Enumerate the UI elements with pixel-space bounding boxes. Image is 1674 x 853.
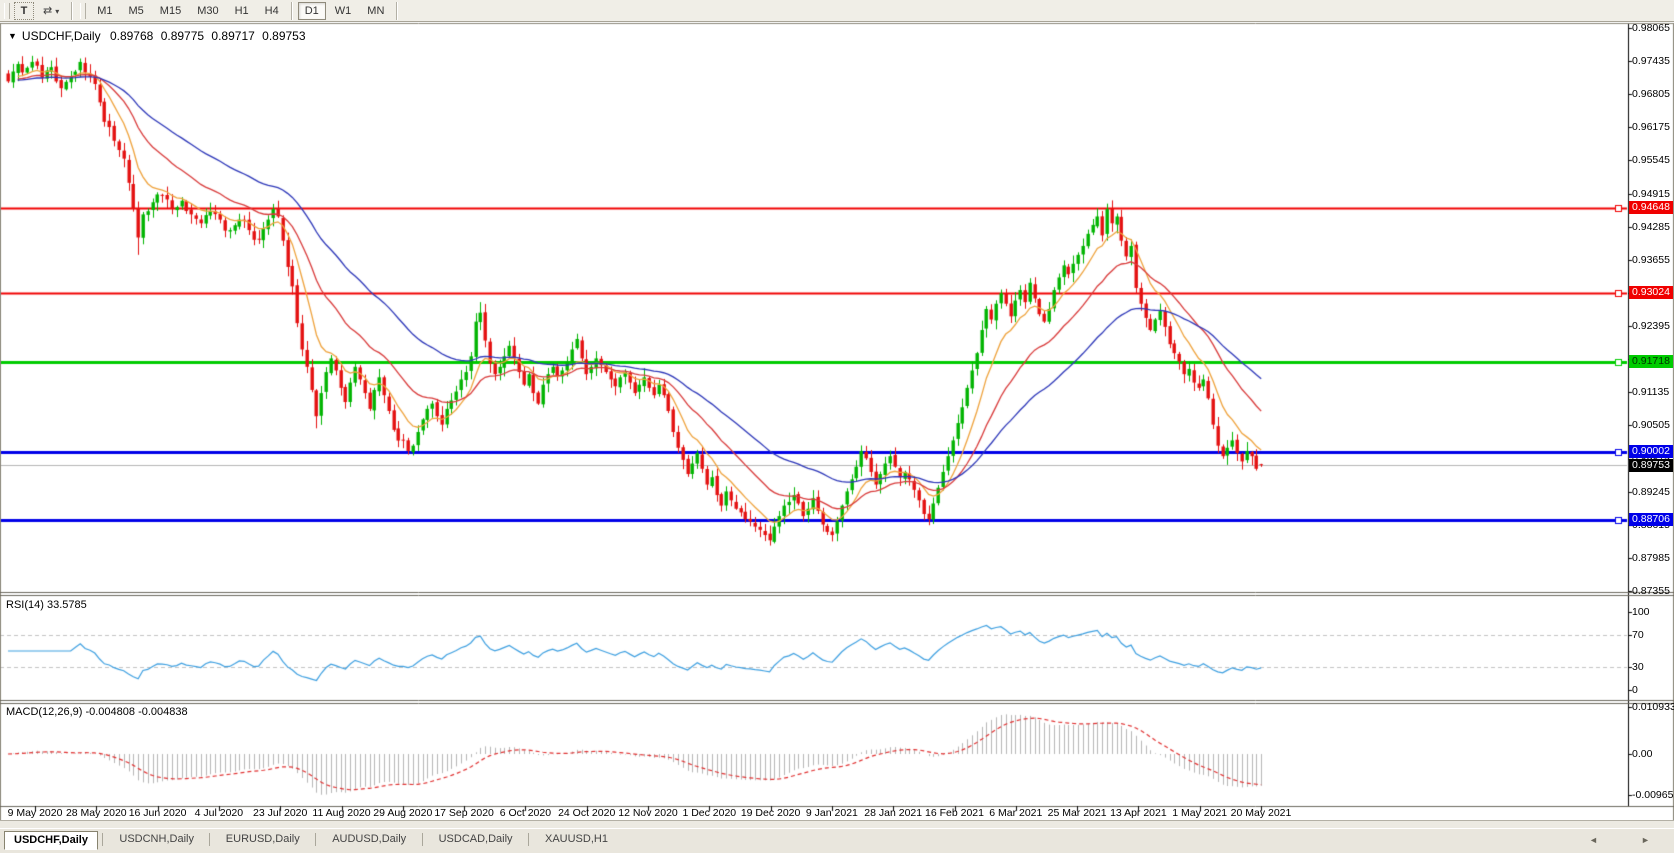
price-axis-tick: 0.89245 (1632, 485, 1670, 498)
date-axis-label: 6 Oct 2020 (499, 807, 552, 819)
price-axis-tick: 0.87355 (1632, 585, 1670, 598)
macd-label: MACD(12,26,9) -0.004808 -0.004838 (6, 706, 188, 718)
price-axis-tick: 0.95545 (1632, 154, 1670, 167)
price-axis-tick: 0.98065 (1632, 22, 1670, 34)
ohlc-close: 0.89753 (262, 29, 306, 43)
date-axis-label: 23 Jul 2020 (253, 807, 308, 819)
ohlc-low: 0.89717 (211, 29, 255, 43)
date-axis-label: 29 Aug 2020 (373, 807, 433, 819)
date-axis-label: 9 May 2020 (7, 807, 63, 819)
tab-separator (528, 833, 529, 846)
price-axis-tick: 0.94915 (1632, 187, 1670, 200)
price-axis-tick: 0.96805 (1632, 88, 1670, 101)
level-price-label[interactable]: 0.91718 (1629, 354, 1673, 368)
mt4-window: T ⇄▾ M1M5M15M30H1H4D1W1MN ▼USDCHF,Daily … (0, 0, 1674, 853)
level-price-label[interactable]: 0.88706 (1629, 513, 1673, 526)
date-axis-label: 9 Jan 2021 (805, 807, 858, 819)
date-axis-label: 24 Oct 2020 (558, 807, 616, 819)
macd-axis-tick: -0.009653 (1632, 789, 1674, 802)
date-axis-label: 28 Jan 2021 (864, 807, 923, 819)
ohlc-high: 0.89775 (160, 29, 205, 43)
macd-axis-tick: 0.010933 (1632, 701, 1674, 714)
tab-usdchf-daily[interactable]: USDCHF,Daily (4, 831, 98, 850)
price-axis-tick: 0.92395 (1632, 320, 1670, 333)
tab-scroll-right-icon[interactable]: ► (1641, 835, 1650, 845)
tab-audusd-daily[interactable]: AUDUSD,Daily (323, 831, 415, 848)
date-axis-label: 19 Dec 2020 (740, 807, 801, 819)
tab-usdcad-daily[interactable]: USDCAD,Daily (430, 831, 522, 848)
price-axis-tick: 0.90505 (1632, 419, 1670, 432)
price-axis-tick: 0.97435 (1632, 55, 1670, 68)
price-axis-tick: 0.87985 (1632, 551, 1670, 564)
date-axis-label: 1 May 2021 (1172, 807, 1228, 819)
chart-tab-bar: USDCHF,Daily USDCNH,Daily EURUSD,Daily AUDU… (0, 828, 1674, 853)
tab-usdcnh-daily[interactable]: USDCNH,Daily (110, 831, 203, 848)
price-axis-tick: 0.91135 (1632, 386, 1670, 399)
rsi-axis-tick: 0 (1632, 684, 1638, 696)
tab-separator (315, 833, 317, 846)
tab-separator (102, 833, 104, 846)
rsi-axis-tick: 30 (1632, 660, 1644, 673)
rsi-axis-tick: 100 (1632, 606, 1650, 618)
date-axis-label: 25 Mar 2021 (1047, 807, 1107, 819)
tab-eurusd-daily[interactable]: EURUSD,Daily (217, 831, 309, 848)
tab-separator (208, 833, 210, 846)
ohlc-open: 0.89768 (109, 29, 154, 43)
date-axis-label: 11 Aug 2020 (312, 807, 371, 819)
current-price-label: 0.89753 (1629, 458, 1673, 472)
tab-xauusd-h1[interactable]: XAUUSD,H1 (536, 831, 617, 848)
macd-axis-tick: 0.00 (1632, 748, 1653, 760)
chart-symbol-period: USDCHF,Daily (21, 29, 101, 43)
level-price-label[interactable]: 0.90002 (1629, 444, 1673, 458)
date-axis-label: 20 May 2021 (1230, 807, 1292, 819)
date-axis-label: 17 Sep 2020 (434, 807, 494, 819)
price-axis-tick: 0.94285 (1632, 220, 1670, 233)
level-price-label[interactable]: 0.94648 (1629, 200, 1673, 214)
chart-title: ▼ USDCHF,Daily 0.89768 0.89775 0.89717 0.… (8, 29, 306, 43)
level-price-label[interactable]: 0.93024 (1629, 286, 1673, 299)
date-axis-label: 4 Jul 2020 (194, 807, 244, 819)
chart-canvas[interactable] (0, 0, 1674, 853)
date-axis-label: 6 Mar 2021 (989, 807, 1043, 819)
rsi-label: RSI(14) 33.5785 (6, 599, 87, 611)
chart-dropdown-icon[interactable]: ▼ (8, 31, 17, 41)
price-axis-tick: 0.96175 (1632, 121, 1670, 134)
date-axis-label: 1 Dec 2020 (682, 807, 737, 819)
date-axis-label: 12 Nov 2020 (618, 807, 678, 819)
date-axis-label: 16 Jun 2020 (128, 807, 187, 819)
date-axis-label: 28 May 2020 (65, 807, 127, 819)
date-axis-label: 13 Apr 2021 (1110, 807, 1167, 819)
tab-separator (421, 833, 423, 846)
rsi-axis-tick: 70 (1632, 629, 1644, 642)
tab-scroll-left-icon[interactable]: ◄ (1589, 835, 1598, 845)
price-axis-tick: 0.93655 (1632, 253, 1670, 266)
date-axis-label: 16 Feb 2021 (925, 807, 984, 819)
